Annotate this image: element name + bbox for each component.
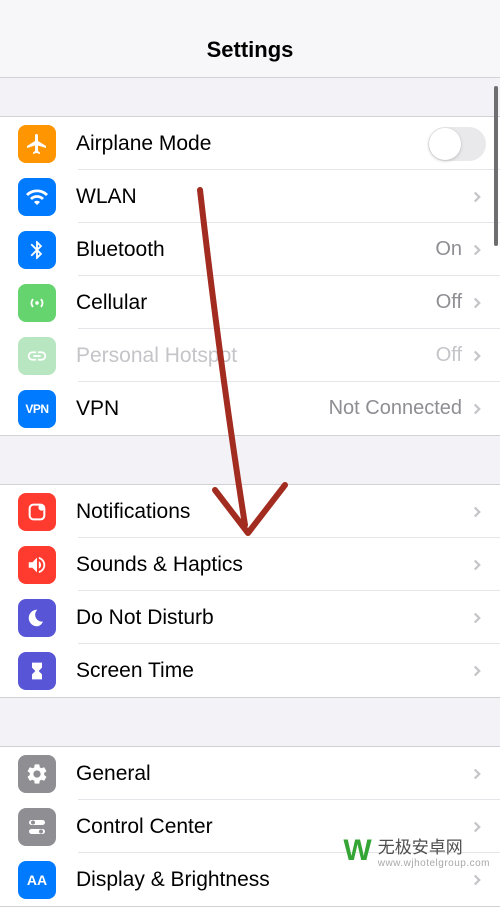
airplane-icon — [18, 125, 56, 163]
row-wlan[interactable]: WLAN — [0, 170, 500, 223]
hourglass-icon — [18, 652, 56, 690]
settings-group-system: General Control Center AA Display & Brig… — [0, 746, 500, 907]
row-bluetooth[interactable]: Bluetooth On — [0, 223, 500, 276]
speaker-icon — [18, 546, 56, 584]
switches-icon — [18, 808, 56, 846]
chevron-right-icon — [468, 871, 486, 889]
row-sounds-haptics[interactable]: Sounds & Haptics — [0, 538, 500, 591]
gear-icon — [18, 755, 56, 793]
chevron-right-icon — [468, 556, 486, 574]
watermark: W 无极安卓网 www.wjhotelgroup.com — [343, 833, 490, 869]
chevron-right-icon — [468, 188, 486, 206]
header: Settings — [0, 0, 500, 78]
notifications-icon — [18, 493, 56, 531]
vpn-icon: VPN — [18, 390, 56, 428]
settings-group-connectivity: Airplane Mode WLAN Bluetooth On Cellular… — [0, 116, 500, 436]
chevron-right-icon — [468, 662, 486, 680]
settings-group-notifications: Notifications Sounds & Haptics Do Not Di… — [0, 484, 500, 698]
row-airplane-mode[interactable]: Airplane Mode — [0, 117, 500, 170]
chevron-right-icon — [468, 400, 486, 418]
vpn-label: VPN — [76, 397, 329, 421]
watermark-logo-icon: W — [343, 834, 371, 868]
general-label: General — [76, 762, 468, 786]
dnd-label: Do Not Disturb — [76, 606, 468, 630]
chevron-right-icon — [468, 503, 486, 521]
bluetooth-label: Bluetooth — [76, 238, 435, 262]
display-label: Display & Brightness — [76, 868, 468, 892]
row-personal-hotspot[interactable]: Personal Hotspot Off — [0, 329, 500, 382]
row-vpn[interactable]: VPN VPN Not Connected — [0, 382, 500, 435]
bluetooth-icon — [18, 231, 56, 269]
hotspot-label: Personal Hotspot — [76, 344, 436, 368]
chevron-right-icon — [468, 347, 486, 365]
sounds-label: Sounds & Haptics — [76, 553, 468, 577]
chevron-right-icon — [468, 294, 486, 312]
hotspot-value: Off — [436, 344, 462, 367]
row-general[interactable]: General — [0, 747, 500, 800]
moon-icon — [18, 599, 56, 637]
watermark-url: www.wjhotelgroup.com — [378, 858, 490, 869]
cellular-label: Cellular — [76, 291, 436, 315]
chevron-right-icon — [468, 241, 486, 259]
text-size-icon: AA — [18, 861, 56, 899]
vpn-value: Not Connected — [329, 397, 462, 420]
row-cellular[interactable]: Cellular Off — [0, 276, 500, 329]
wlan-label: WLAN — [76, 185, 468, 209]
cellular-value: Off — [436, 291, 462, 314]
scrollbar-indicator — [494, 86, 498, 246]
chevron-right-icon — [468, 609, 486, 627]
notifications-label: Notifications — [76, 500, 468, 524]
airplane-label: Airplane Mode — [76, 132, 428, 156]
bluetooth-value: On — [435, 238, 462, 261]
airplane-toggle[interactable] — [428, 127, 486, 161]
page-title: Settings — [207, 37, 294, 63]
antenna-icon — [18, 284, 56, 322]
row-notifications[interactable]: Notifications — [0, 485, 500, 538]
chevron-right-icon — [468, 765, 486, 783]
link-icon — [18, 337, 56, 375]
row-screen-time[interactable]: Screen Time — [0, 644, 500, 697]
watermark-brand: 无极安卓网 — [378, 833, 490, 858]
screentime-label: Screen Time — [76, 659, 468, 683]
wifi-icon — [18, 178, 56, 216]
row-do-not-disturb[interactable]: Do Not Disturb — [0, 591, 500, 644]
